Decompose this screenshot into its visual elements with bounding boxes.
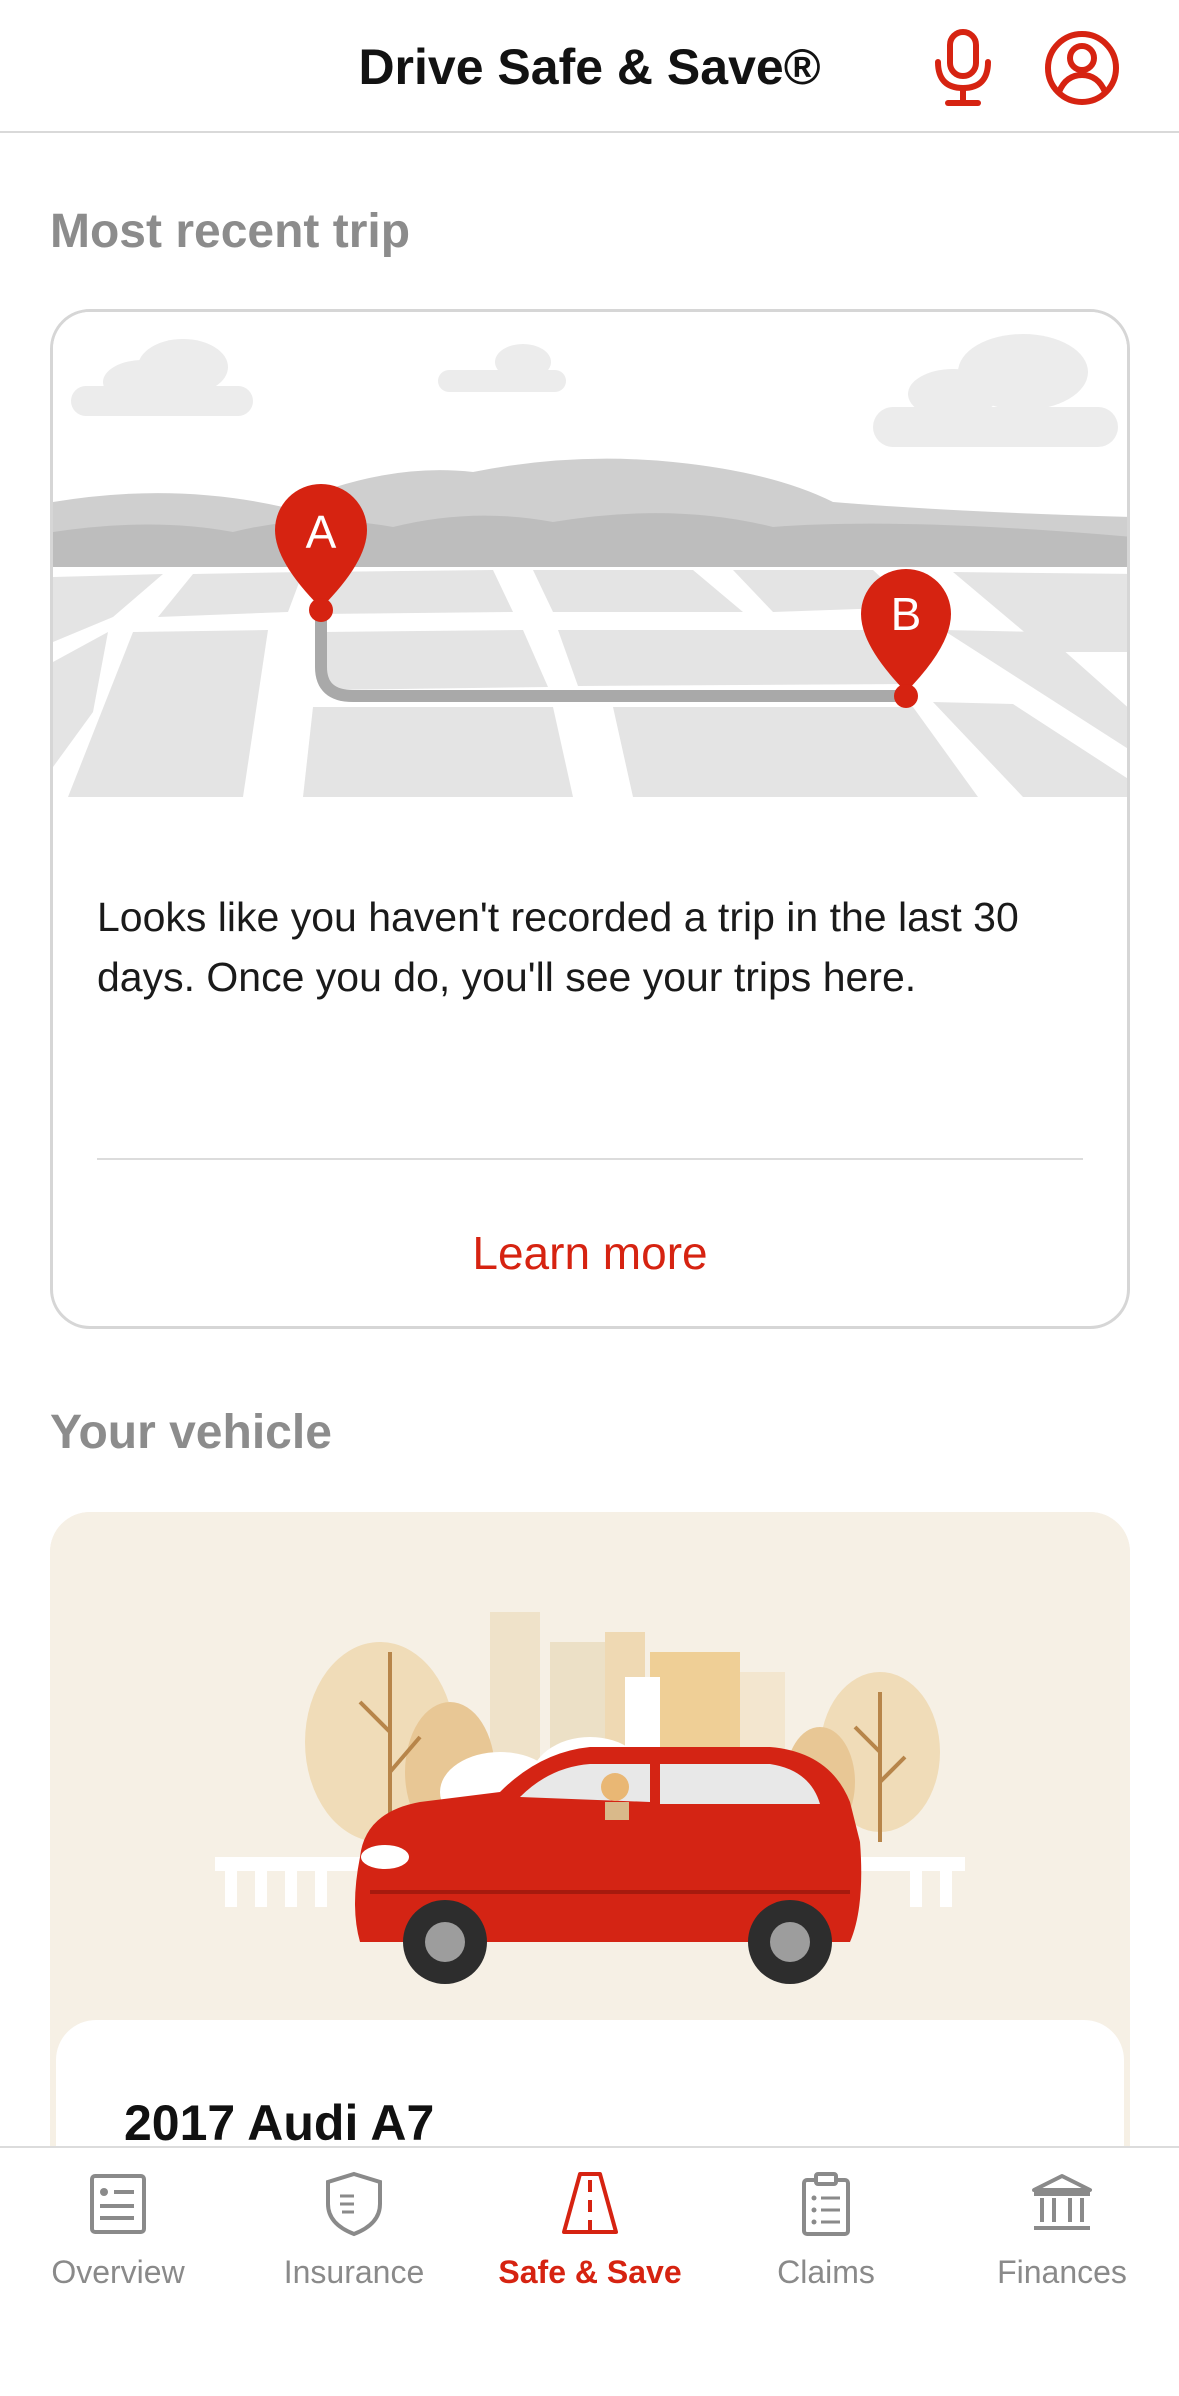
bank-icon <box>1032 2174 1092 2230</box>
overview-icon <box>90 2174 146 2234</box>
microphone-button[interactable] <box>928 28 998 108</box>
car-illustration <box>50 1512 1130 2032</box>
tab-safe-save[interactable]: Safe & Save <box>472 2148 708 2308</box>
microphone-icon <box>935 29 991 106</box>
tab-label: Finances <box>997 2254 1127 2290</box>
svg-text:A: A <box>306 506 337 558</box>
learn-more-link[interactable]: Learn more <box>53 1226 1127 1280</box>
profile-button[interactable] <box>1044 30 1120 106</box>
tab-claims[interactable]: Claims <box>708 2148 944 2308</box>
vehicle-name: 2017 Audi A7 <box>124 2095 435 2151</box>
tab-insurance[interactable]: Insurance <box>236 2148 472 2308</box>
page-title: Drive Safe & Save® <box>358 39 821 95</box>
road-icon <box>562 2172 618 2234</box>
svg-text:B: B <box>891 588 922 640</box>
tab-label: Claims <box>777 2254 875 2290</box>
tab-label: Safe & Save <box>498 2254 682 2290</box>
bottom-tab-bar: Overview Insurance Safe & Save Claims Fi… <box>0 2146 1179 2396</box>
vehicle-heading: Your vehicle <box>50 1406 332 1459</box>
top-header: Drive Safe & Save® <box>0 0 1179 133</box>
card-divider <box>97 1158 1083 1160</box>
recent-trip-card: A B Looks like you haven't recorded a tr… <box>50 309 1130 1329</box>
tab-finances[interactable]: Finances <box>944 2148 1179 2308</box>
tab-label: Overview <box>51 2254 185 2290</box>
no-trips-message: Looks like you haven't recorded a trip i… <box>97 894 1019 1000</box>
clipboard-icon <box>802 2172 850 2236</box>
shield-icon <box>326 2171 382 2237</box>
app-screen: Drive Safe & Save® Most recent trip A B … <box>0 0 1179 2396</box>
recent-trip-heading: Most recent trip <box>50 205 411 258</box>
profile-icon <box>1045 31 1119 105</box>
trip-map-illustration: A B <box>53 312 1127 797</box>
tab-overview[interactable]: Overview <box>0 2148 236 2308</box>
tab-label: Insurance <box>283 2254 425 2290</box>
